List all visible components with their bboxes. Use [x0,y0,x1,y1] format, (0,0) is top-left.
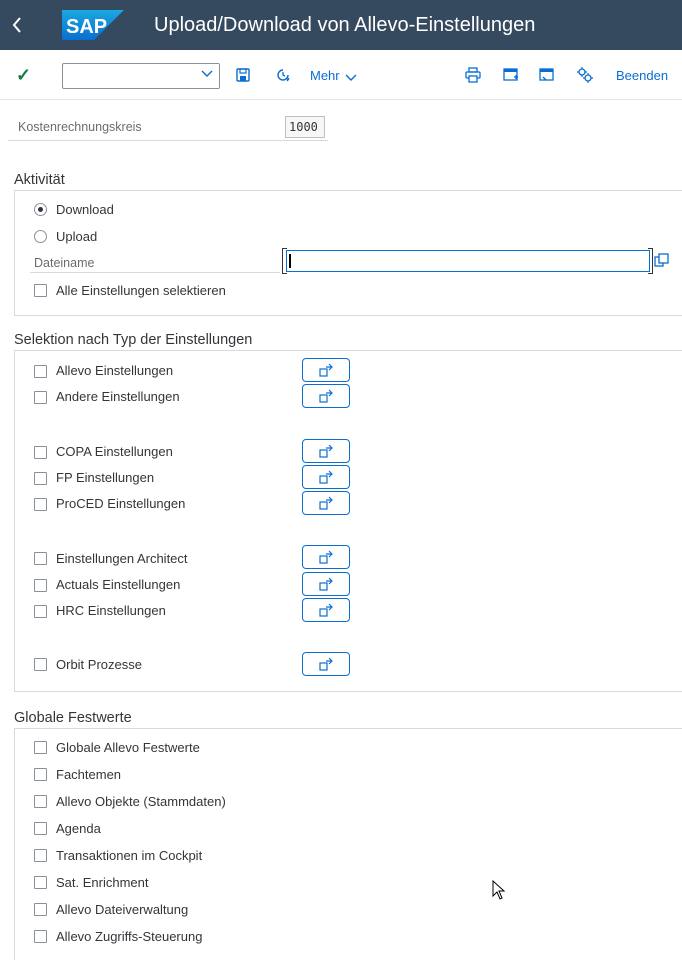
hrc-settings-checkbox[interactable] [34,605,47,618]
more-label: Mehr [310,68,340,83]
download-radio[interactable] [34,203,47,216]
mouse-pointer-icon [492,880,506,900]
history-icon [277,69,290,82]
access-control-checkbox[interactable] [34,930,47,943]
multiple-selection-icon [319,550,333,564]
other-settings-checkbox[interactable] [34,391,47,404]
fp-settings-label: FP Einstellungen [56,470,155,485]
filename-input[interactable] [286,250,650,272]
new-window-icon [503,68,518,81]
multiple-selection-icon [319,444,333,458]
new-window-button[interactable] [500,64,522,86]
fp-settings-checkbox[interactable] [34,472,47,485]
command-field[interactable] [62,63,220,89]
history-button[interactable] [272,64,294,86]
multiple-selection-icon [319,496,333,510]
file-management-checkbox[interactable] [34,903,47,916]
more-menu-button[interactable]: Mehr [310,68,357,83]
multiple-selection-icon [319,363,333,377]
file-management-label: Allevo Dateiverwaltung [56,902,189,917]
controlling-area-field[interactable]: 1000 [285,116,325,138]
global-festwerte-checkbox[interactable] [34,741,47,754]
download-label: Download [56,202,114,217]
allevo-settings-select-button[interactable] [302,358,350,382]
save-button[interactable] [232,64,254,86]
actuals-settings-checkbox[interactable] [34,579,47,592]
back-button[interactable] [0,0,34,50]
value-help-button[interactable] [652,251,672,271]
fachtemen-checkbox[interactable] [34,768,47,781]
multiple-selection-icon [319,657,333,671]
value-help-icon [654,253,669,267]
hrc-settings-label: HRC Einstellungen [56,603,166,618]
back-chevron-icon [12,17,21,33]
settings-button[interactable] [574,64,596,86]
multiple-selection-icon [319,389,333,403]
select-all-label: Alle Einstellungen selektieren [56,283,226,298]
allevo-objects-checkbox[interactable] [34,795,47,808]
print-button[interactable] [462,64,484,86]
chevron-down-icon [345,74,357,81]
exit-button[interactable]: Beenden [616,68,668,83]
proced-settings-checkbox[interactable] [34,498,47,511]
upload-label: Upload [56,229,98,244]
chevron-down-icon[interactable] [201,67,213,82]
multiple-selection-icon [319,577,333,591]
architect-settings-label: Einstellungen Architect [56,551,188,566]
other-settings-select-button[interactable] [302,384,350,408]
actuals-settings-select-button[interactable] [302,572,350,596]
copa-settings-checkbox[interactable] [34,446,47,459]
upload-radio[interactable] [34,230,47,243]
orbit-processes-label: Orbit Prozesse [56,657,142,672]
confirm-button[interactable]: ✓ [16,65,36,85]
agenda-label: Agenda [56,821,101,836]
gear-icon [577,67,593,83]
sap-logo-text: SAP [66,16,107,38]
selection-section-title: Selektion nach Typ der Einstellungen [14,332,253,348]
orbit-processes-select-button[interactable] [302,652,350,676]
copa-settings-label: COPA Einstellungen [56,444,173,459]
cockpit-transactions-checkbox[interactable] [34,849,47,862]
copa-settings-select-button[interactable] [302,439,350,463]
sap-logo: SAP [62,10,124,40]
multiple-selection-icon [319,470,333,484]
hrc-settings-select-button[interactable] [302,598,350,622]
allevo-settings-label: Allevo Einstellungen [56,363,174,378]
agenda-checkbox[interactable] [34,822,47,835]
orbit-processes-checkbox[interactable] [34,658,47,671]
other-settings-label: Andere Einstellungen [56,389,180,404]
toolbar: ✓ Mehr Beenden [0,50,682,100]
sat-enrichment-label: Sat. Enrichment [56,875,149,890]
filename-label: Dateiname [34,256,95,270]
controlling-area-label: Kostenrechnungskreis [18,120,142,134]
window-icon [539,68,554,81]
save-icon [236,68,250,82]
proced-settings-select-button[interactable] [302,491,350,515]
proced-settings-label: ProCED Einstellungen [56,496,186,511]
fp-settings-select-button[interactable] [302,465,350,489]
architect-settings-checkbox[interactable] [34,552,47,565]
activity-section-title: Aktivität [14,172,65,188]
global-section-title: Globale Festwerte [14,710,132,726]
divider [30,272,280,273]
select-all-checkbox[interactable] [34,284,47,297]
multiple-selection-icon [319,603,333,617]
access-control-label: Allevo Zugriffs-Steuerung [56,929,203,944]
global-group [14,728,682,960]
window-button[interactable] [536,64,558,86]
divider [8,140,328,141]
sat-enrichment-checkbox[interactable] [34,876,47,889]
cockpit-transactions-label: Transaktionen im Cockpit [56,848,203,863]
actuals-settings-label: Actuals Einstellungen [56,577,181,592]
architect-settings-select-button[interactable] [302,545,350,569]
text-caret [289,254,291,268]
allevo-objects-label: Allevo Objekte (Stammdaten) [56,794,226,809]
fachtemen-label: Fachtemen [56,767,122,782]
shell-bar: SAP Upload/Download von Allevo-Einstellu… [0,0,682,50]
global-festwerte-label: Globale Allevo Festwerte [56,740,200,755]
page-title: Upload/Download von Allevo-Einstellungen [154,14,536,36]
printer-icon [465,67,481,83]
allevo-settings-checkbox[interactable] [34,365,47,378]
